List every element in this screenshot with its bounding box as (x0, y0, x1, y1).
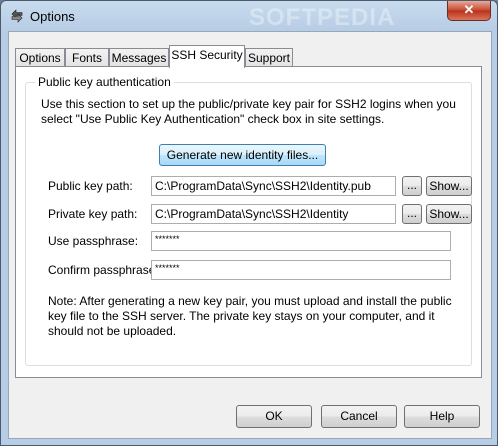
generate-identity-button[interactable]: Generate new identity files... (159, 144, 326, 166)
confirm-passphrase-input[interactable]: ******* (151, 260, 451, 280)
private-key-browse-button[interactable]: ... (402, 204, 422, 224)
private-key-label: Private key path: (48, 207, 138, 221)
close-icon: ✕ (463, 2, 475, 17)
ok-button[interactable]: OK (236, 405, 312, 428)
private-key-path-input[interactable]: C:\ProgramData\Sync\SSH2\Identity (151, 204, 396, 224)
dialog-client: Options Fonts Messages SSH Security Supp… (8, 31, 492, 439)
upload-note: Note: After generating a new key pair, y… (48, 294, 452, 338)
tab-fonts[interactable]: Fonts (65, 48, 109, 66)
watermark: SOFTPEDIA (249, 4, 396, 31)
passphrase-label: Use passphrase: (48, 234, 139, 248)
tab-options[interactable]: Options (15, 48, 65, 66)
tab-ssh-security[interactable]: SSH Security (169, 45, 245, 68)
tab-support[interactable]: Support (245, 48, 293, 66)
public-key-browse-button[interactable]: ... (402, 176, 422, 196)
passphrase-input[interactable]: ******* (151, 231, 451, 251)
help-button[interactable]: Help (404, 405, 480, 428)
title-bar[interactable]: Options SOFTPEDIA ✕ (1, 1, 497, 31)
public-key-show-button[interactable]: Show... (426, 176, 472, 196)
close-button[interactable]: ✕ (447, 1, 491, 21)
app-icon (11, 9, 23, 23)
ssh-security-panel: Public key authentication Use this secti… (15, 66, 482, 378)
private-key-show-button[interactable]: Show... (426, 204, 472, 224)
tab-messages[interactable]: Messages (109, 48, 169, 66)
public-key-group: Public key authentication Use this secti… (25, 75, 472, 366)
confirm-passphrase-label: Confirm passphrase: (48, 263, 159, 277)
window-title: Options (30, 9, 75, 24)
public-key-label: Public key path: (48, 179, 133, 193)
public-key-path-input[interactable]: C:\ProgramData\Sync\SSH2\Identity.pub (151, 176, 396, 196)
options-window: Options SOFTPEDIA ✕ Options Fonts Messag… (0, 0, 498, 446)
cancel-button[interactable]: Cancel (321, 405, 397, 428)
group-title: Public key authentication (35, 75, 174, 89)
section-description: Use this section to set up the public/pr… (41, 97, 456, 126)
